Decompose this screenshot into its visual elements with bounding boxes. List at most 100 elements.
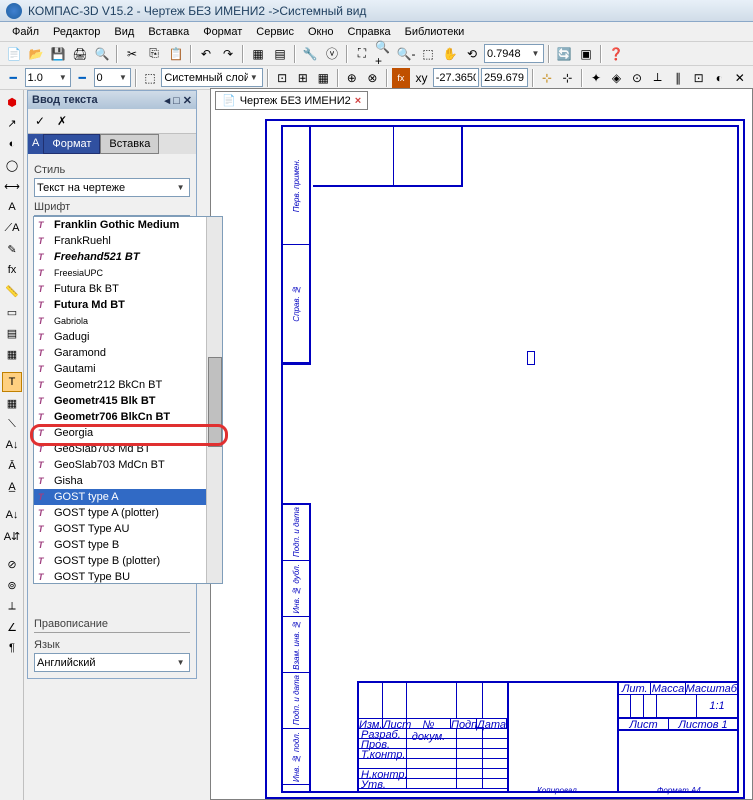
x-combo[interactable] — [433, 68, 479, 87]
font-option[interactable]: GOST type A — [34, 489, 222, 505]
snap4-icon[interactable]: ◈ — [607, 68, 626, 88]
copy-icon[interactable]: ⎘ — [144, 44, 164, 64]
paste-icon[interactable]: 📋 — [166, 44, 186, 64]
lt-2-icon[interactable]: ◐ — [2, 134, 22, 154]
lt-edit-icon[interactable]: ✎ — [2, 239, 22, 259]
font-option[interactable]: Georgia — [34, 425, 222, 441]
font-option[interactable]: FreesiaUPC — [34, 265, 222, 281]
open-icon[interactable]: 📂 — [26, 44, 46, 64]
lt-c4-icon[interactable]: ∠ — [2, 617, 22, 637]
menu-Сервис[interactable]: Сервис — [250, 24, 300, 40]
rotate-icon[interactable]: ⟲ — [462, 44, 482, 64]
lt-1-icon[interactable]: ↗ — [2, 113, 22, 133]
font-option[interactable]: GOST type B (plotter) — [34, 553, 222, 569]
menu-Формат[interactable]: Формат — [197, 24, 248, 40]
menu-Библиотеки[interactable]: Библиотеки — [399, 24, 471, 40]
menu-Вид[interactable]: Вид — [108, 24, 140, 40]
scrollbar[interactable] — [206, 217, 222, 583]
help-icon[interactable]: ❓ — [606, 44, 626, 64]
pan-icon[interactable]: ✋ — [440, 44, 460, 64]
panel-header[interactable]: Ввод текста ◂ □ ✕ — [28, 91, 196, 109]
ok-icon[interactable]: ✓ — [30, 111, 50, 131]
snap6-icon[interactable]: ⟂ — [648, 68, 667, 88]
t4-icon[interactable]: ⊕ — [343, 68, 362, 88]
font-option[interactable]: Gautami — [34, 361, 222, 377]
props-icon[interactable]: 🔧 — [300, 44, 320, 64]
close-icon[interactable]: × — [355, 95, 361, 107]
new-icon[interactable]: 📄 — [4, 44, 24, 64]
font-option[interactable]: Garamond — [34, 345, 222, 361]
tool-icon[interactable]: ▤ — [270, 44, 290, 64]
menu-Справка[interactable]: Справка — [342, 24, 397, 40]
t5-icon[interactable]: ⊗ — [363, 68, 382, 88]
save-icon[interactable]: 💾 — [48, 44, 68, 64]
font-option[interactable]: Geometr212 BkCn BT — [34, 377, 222, 393]
lt-param-icon[interactable]: fx — [2, 260, 22, 280]
snap1-icon[interactable]: ⊹ — [538, 68, 557, 88]
lt-geom-icon[interactable]: ◯ — [2, 155, 22, 175]
style-input[interactable] — [37, 182, 174, 194]
font-option[interactable]: Freehand521 BT — [34, 249, 222, 265]
lt-t-icon[interactable]: T — [2, 372, 22, 392]
zoom-input[interactable] — [487, 48, 530, 60]
font-option[interactable]: GeoSlab703 Md BT — [34, 441, 222, 457]
vars-icon[interactable]: ⓥ — [322, 44, 342, 64]
zoom-in-icon[interactable]: 🔍+ — [374, 44, 394, 64]
print-icon[interactable]: 🖨 — [70, 44, 90, 64]
lt-line-icon[interactable]: ⟍ — [2, 414, 22, 434]
y-input[interactable] — [484, 72, 524, 84]
snap2-icon[interactable]: ⊹ — [558, 68, 577, 88]
layer-input[interactable] — [164, 72, 247, 84]
lt-text2-icon[interactable]: ⟋A — [2, 218, 22, 238]
font-option[interactable]: Gisha — [34, 473, 222, 489]
lt-sel-icon[interactable]: ▭ — [2, 302, 22, 322]
zoom-combo[interactable]: ▼ — [484, 44, 544, 63]
t2-icon[interactable]: ⊞ — [293, 68, 312, 88]
lt-ac-icon[interactable]: A⇵ — [2, 526, 22, 546]
lt-rep-icon[interactable]: ▦ — [2, 344, 22, 364]
menu-Редактор[interactable]: Редактор — [47, 24, 106, 40]
line-style-icon[interactable]: ━ — [4, 68, 23, 88]
val2-input[interactable] — [97, 72, 119, 84]
lang-input[interactable] — [37, 657, 174, 669]
lt-text-icon[interactable]: A — [2, 197, 22, 217]
lang-combo[interactable]: ▼ — [34, 653, 190, 672]
lt-stop-icon[interactable]: ⬢ — [2, 92, 22, 112]
layer-icon[interactable]: ⬚ — [141, 68, 160, 88]
val2-combo[interactable]: ▼ — [94, 68, 131, 87]
font-option[interactable]: Gadugi — [34, 329, 222, 345]
font-option[interactable]: Geometr415 Blk BT — [34, 393, 222, 409]
font-option[interactable]: Franklin Gothic Medium — [34, 217, 222, 233]
lt-a2-icon[interactable]: Ā — [2, 456, 22, 476]
lt-c5-icon[interactable]: ¶ — [2, 638, 22, 658]
scale-combo[interactable]: ▼ — [25, 68, 71, 87]
font-option[interactable]: Futura Md BT — [34, 297, 222, 313]
menu-Вставка[interactable]: Вставка — [142, 24, 195, 40]
canvas[interactable]: 📄 Чертеж БЕЗ ИМЕНИ2 × Перв. примен.Справ… — [210, 88, 753, 800]
font-option[interactable]: Futura Bk BT — [34, 281, 222, 297]
y-combo[interactable] — [481, 68, 527, 87]
refresh-icon[interactable]: 🔄 — [554, 44, 574, 64]
style-icon[interactable]: ━ — [73, 68, 92, 88]
fx-icon[interactable]: fx — [392, 68, 411, 88]
font-option[interactable]: Gabriola — [34, 313, 222, 329]
zoom-fit-icon[interactable]: ⛶ — [352, 44, 372, 64]
font-option[interactable]: FrankRuehl — [34, 233, 222, 249]
scale-input[interactable] — [28, 72, 58, 84]
snap3-icon[interactable]: ✦ — [587, 68, 606, 88]
font-option[interactable]: GOST type A (plotter) — [34, 505, 222, 521]
x-input[interactable] — [436, 72, 476, 84]
font-dropdown[interactable]: Franklin Gothic MediumFrankRuehlFreehand… — [33, 216, 223, 584]
menu-Файл[interactable]: Файл — [6, 24, 45, 40]
font-option[interactable]: GeoSlab703 MdCn BT — [34, 457, 222, 473]
undo-icon[interactable]: ↶ — [196, 44, 216, 64]
lt-meas-icon[interactable]: 📏 — [2, 281, 22, 301]
t3-icon[interactable]: ▦ — [314, 68, 333, 88]
style-combo[interactable]: ▼ — [34, 178, 190, 197]
font-option[interactable]: Geometr706 BlkCn BT — [34, 409, 222, 425]
font-option[interactable]: GOST Type BU — [34, 569, 222, 583]
cancel-icon[interactable]: ✗ — [52, 111, 72, 131]
zoom-out-icon[interactable]: 🔍- — [396, 44, 416, 64]
lt-dim-icon[interactable]: ⟷ — [2, 176, 22, 196]
lt-table-icon[interactable]: ▦ — [2, 393, 22, 413]
